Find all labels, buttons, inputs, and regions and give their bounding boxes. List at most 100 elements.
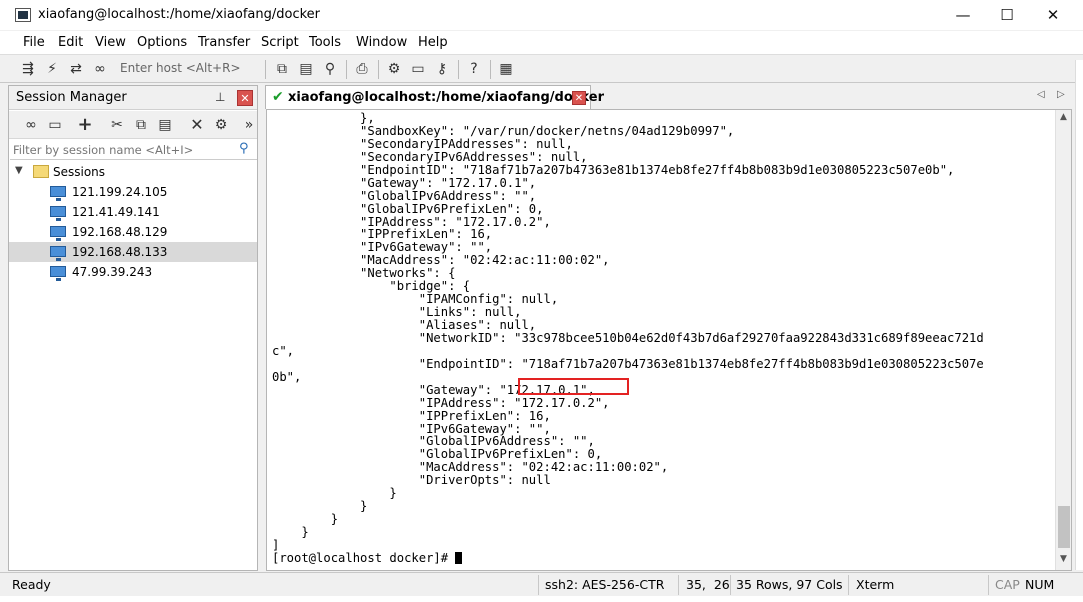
menu-script[interactable]: Script (261, 35, 299, 50)
search-icon[interactable]: ⚲ (239, 141, 249, 156)
status-encryption: ssh2: AES-256-CTR (545, 577, 665, 592)
tree-session-item[interactable]: 121.199.24.105 (9, 182, 257, 202)
filter-box: ⚲ (10, 140, 257, 160)
session-label: 192.168.48.129 (72, 225, 168, 239)
session-manager-panel: Session Manager ⊥ ✕ ∞ ▭ + ✂ ⧉ ▤ ✕ ⚙ » ⚲ … (8, 85, 258, 571)
tab-title: xiaofang@localhost:/home/xiaofang/docker (288, 90, 604, 105)
terminal-line: "Gateway": "172.17.0.1", (272, 382, 595, 397)
paste-icon[interactable]: ▤ (155, 116, 175, 134)
terminal-line: "Gateway": "172.17.0.1", (272, 175, 537, 190)
gateway-highlight-box (518, 378, 629, 395)
scroll-down-icon[interactable]: ▼ (1060, 554, 1067, 564)
tab-session[interactable]: ✔ xiaofang@localhost:/home/xiaofang/dock… (265, 85, 604, 109)
status-dimensions: 35 Rows, 97 Cols (736, 577, 843, 592)
terminal-line: "Aliases": null, (272, 318, 537, 332)
terminal-cursor (455, 551, 463, 564)
window-title: xiaofang@localhost:/home/xiaofang/docker (38, 7, 321, 22)
menu-window[interactable]: Window (356, 35, 407, 50)
tree-session-item-selected[interactable]: 192.168.48.133 (9, 242, 257, 262)
menu-edit[interactable]: Edit (58, 35, 83, 50)
connect-icon[interactable]: ⇶ (18, 59, 38, 79)
terminal-line: "EndpointID": "718af71b7a207b47363e81b13… (272, 162, 955, 177)
tree-session-item[interactable]: 47.99.39.243 (9, 262, 257, 282)
tab-strip: ✔ xiaofang@localhost:/home/xiaofang/dock… (265, 85, 1073, 109)
session-label: 121.199.24.105 (72, 185, 168, 199)
maximize-button[interactable]: ☐ (984, 0, 1030, 30)
terminal-line: c", (272, 343, 295, 358)
tab-close-button[interactable]: ✕ (572, 91, 586, 105)
session-label: 121.41.49.141 (72, 205, 160, 219)
terminal-line: "GlobalIPv6PrefixLen": 0, (272, 201, 544, 216)
session-manager-close-button[interactable]: ✕ (237, 90, 253, 106)
chevron-down-icon[interactable]: ▼ (15, 165, 23, 176)
tree-folder-sessions[interactable]: ▼ Sessions (9, 162, 257, 182)
sftp-icon[interactable]: ▦ (496, 59, 516, 79)
link-icon[interactable]: ∞ (21, 116, 41, 134)
terminal-line: 0b", (272, 369, 302, 384)
terminal-line: "GlobalIPv6Address": "", (272, 188, 537, 203)
title-bar[interactable]: xiaofang@localhost:/home/xiaofang/docker… (0, 0, 1083, 30)
status-cursor-position: 35, 26 (686, 577, 730, 592)
enter-host-field[interactable]: Enter host <Alt+R> (120, 61, 241, 75)
paste-icon[interactable]: ▤ (296, 59, 316, 79)
help-icon[interactable]: ? (464, 59, 484, 79)
add-icon[interactable]: + (75, 116, 95, 134)
terminal-line: "EndpointID": "718af71b7a207b47363e81b13… (272, 356, 984, 371)
lightning-icon[interactable]: ⚡ (42, 59, 62, 79)
session-manager-header: Session Manager ⊥ ✕ (9, 86, 257, 110)
settings-icon[interactable]: ⚙ (384, 59, 404, 79)
folder-label: Sessions (53, 165, 106, 179)
session-label: 192.168.48.133 (72, 245, 168, 259)
securecrt-window: xiaofang@localhost:/home/xiaofang/docker… (0, 0, 1083, 602)
scroll-up-icon[interactable]: ▲ (1060, 112, 1067, 122)
menu-transfer[interactable]: Transfer (198, 35, 250, 50)
main-toolbar: ⇶ ⚡ ⇄ ∞ Enter host <Alt+R> ⧉ ▤ ⚲ ⎙ ⚙ ▭ ⚷… (0, 56, 1083, 83)
window-icon[interactable]: ▭ (45, 116, 65, 134)
session-manager-title: Session Manager (16, 90, 127, 105)
print-icon[interactable]: ⎙ (352, 59, 372, 79)
terminal-line: "NetworkID": "33c978bcee510b04e62d0f43b7… (272, 330, 984, 345)
terminal-scrollbar[interactable]: ▲ ▼ (1055, 110, 1071, 570)
app-icon (15, 8, 31, 22)
overflow-icon[interactable]: » (239, 116, 259, 134)
session-filter-input[interactable] (13, 142, 233, 158)
copy-icon[interactable]: ⧉ (131, 116, 151, 134)
terminal-prompt: [root@localhost docker]# (272, 550, 456, 565)
minimize-button[interactable]: — (940, 0, 986, 30)
key-icon[interactable]: ⚷ (432, 59, 452, 79)
status-terminal-type: Xterm (856, 577, 895, 592)
host-icon (50, 226, 66, 241)
menu-tools[interactable]: Tools (309, 35, 341, 50)
tab-scroll-left-icon[interactable]: ◁ (1037, 89, 1045, 100)
terminal-line: } (272, 512, 339, 527)
keymap-icon[interactable]: ▭ (408, 59, 428, 79)
tree-session-item[interactable]: 121.41.49.141 (9, 202, 257, 222)
tree-session-item[interactable]: 192.168.48.129 (9, 222, 257, 242)
tab-scroll-right-icon[interactable]: ▷ (1057, 89, 1065, 100)
right-edge-strip (1075, 60, 1083, 570)
scroll-thumb[interactable] (1058, 506, 1070, 548)
find-icon[interactable]: ⚲ (320, 59, 340, 79)
terminal-line: "SandboxKey": "/var/run/docker/netns/04a… (272, 123, 735, 138)
close-button[interactable]: ✕ (1030, 0, 1076, 30)
status-caps-lock: CAP (995, 577, 1020, 592)
copy-icon[interactable]: ⧉ (272, 59, 292, 79)
menu-file[interactable]: File (23, 35, 45, 50)
terminal-view[interactable]: }, "SandboxKey": "/var/run/docker/netns/… (266, 109, 1072, 571)
menu-view[interactable]: View (95, 35, 126, 50)
menu-options[interactable]: Options (137, 35, 187, 50)
host-icon (50, 266, 66, 281)
cut-icon[interactable]: ✂ (107, 116, 127, 134)
session-toolbar: ∞ ▭ + ✂ ⧉ ▤ ✕ ⚙ » (9, 111, 257, 139)
status-separator (678, 575, 679, 595)
menu-help[interactable]: Help (418, 35, 448, 50)
reconnect-icon[interactable]: ⇄ (66, 59, 86, 79)
status-bar: Ready ssh2: AES-256-CTR 35, 26 35 Rows, … (0, 572, 1083, 596)
delete-icon[interactable]: ✕ (187, 116, 207, 134)
link-icon[interactable]: ∞ (90, 59, 110, 79)
terminal-line: "SecondaryIPAddresses": null, (272, 136, 573, 151)
pin-icon[interactable]: ⊥ (215, 90, 225, 104)
settings-icon[interactable]: ⚙ (211, 116, 231, 134)
window-bottom-edge (0, 596, 1083, 602)
terminal-line: }, (272, 111, 375, 125)
